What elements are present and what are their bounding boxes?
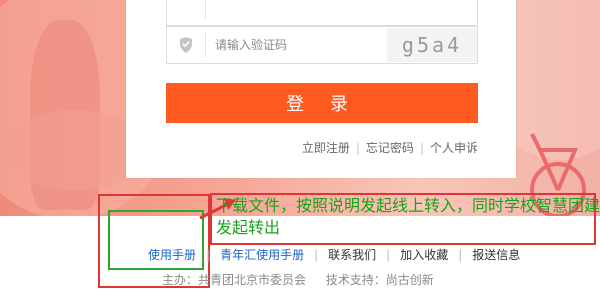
- footer-divider: |: [314, 247, 319, 262]
- forgot-password-link[interactable]: 忘记密码: [366, 139, 414, 156]
- link-divider: |: [419, 140, 424, 155]
- user-icon: [167, 0, 205, 25]
- login-panel: 请输入验证码 g5a4 登 录 立即注册 | 忘记密码 | 个人申诉: [126, 0, 516, 178]
- footer-report-link[interactable]: 报送信息: [472, 246, 520, 263]
- captcha-placeholder: 请输入验证码: [215, 38, 288, 52]
- link-divider: |: [355, 140, 360, 155]
- footer-divider: |: [386, 247, 391, 262]
- username-field[interactable]: [166, 0, 478, 26]
- appeal-link[interactable]: 个人申诉: [430, 139, 478, 156]
- footer-contact-link[interactable]: 联系我们: [328, 246, 376, 263]
- login-button[interactable]: 登 录: [166, 83, 478, 123]
- register-link[interactable]: 立即注册: [302, 139, 350, 156]
- footer-manual-link[interactable]: 使用手册: [148, 246, 196, 263]
- tech-label: 技术支持：: [325, 273, 386, 287]
- host-label: 主办：: [162, 273, 199, 287]
- footer-nav: 使用手册 | 青年汇使用手册 | 联系我们 | 加入收藏 | 报送信息: [148, 246, 520, 263]
- captcha-image[interactable]: g5a4: [387, 28, 477, 62]
- field-divider: [205, 0, 206, 19]
- annotation-text: 下载文件，按照说明发起线上转入，同时学校智慧团建发起转出: [216, 196, 600, 237]
- tech-name: 尚古创新: [385, 273, 434, 287]
- footer-favorite-link[interactable]: 加入收藏: [400, 246, 448, 263]
- captcha-field[interactable]: 请输入验证码 g5a4: [166, 26, 478, 64]
- shield-icon: [167, 27, 205, 63]
- footer-divider: |: [206, 247, 211, 262]
- account-links: 立即注册 | 忘记密码 | 个人申诉: [302, 139, 478, 156]
- footer-info: 主办：共青团北京市委员会 技术支持：尚古创新: [162, 271, 434, 288]
- footer-divider: |: [458, 247, 463, 262]
- footer-youth-manual-link[interactable]: 青年汇使用手册: [220, 246, 304, 263]
- host-name: 共青团北京市委员会: [198, 273, 307, 287]
- field-divider: [205, 33, 206, 57]
